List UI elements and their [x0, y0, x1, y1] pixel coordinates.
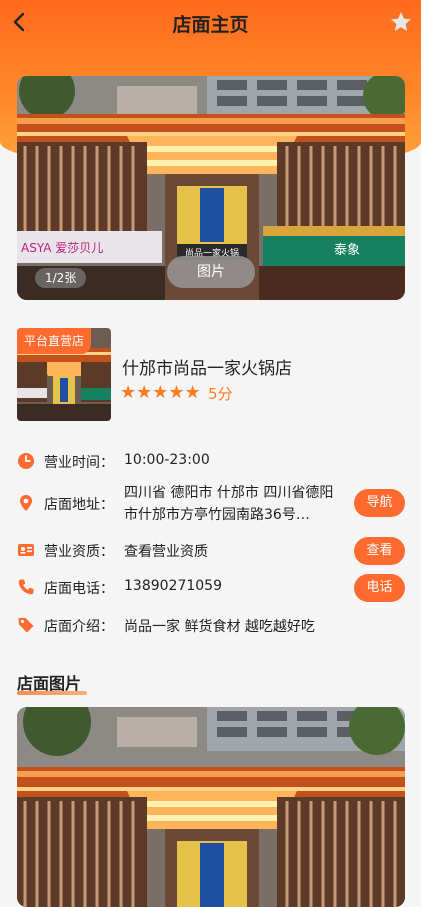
phone-icon: [18, 579, 34, 595]
tag-icon: [18, 618, 34, 633]
business-hours-row: 营业时间： 10:00-23:00: [17, 451, 405, 473]
license-label: 营业资质：: [44, 544, 114, 560]
phone-label: 店面电话：: [44, 581, 114, 597]
phone-value: 13890271059: [124, 578, 222, 594]
section-title-underline: [17, 691, 87, 695]
navigate-button[interactable]: 导航: [354, 489, 405, 517]
view-license-button[interactable]: 查看: [354, 537, 405, 565]
intro-label: 店面介绍：: [44, 619, 114, 635]
clock-icon: [18, 453, 34, 469]
image-tab-button[interactable]: 图片: [167, 256, 255, 288]
call-button[interactable]: 电话: [354, 574, 405, 602]
address-row: 店面地址： 四川省 德阳市 什邡市 四川省德阳市什邡市方亭竹园南路36号… 导航: [17, 482, 405, 528]
store-thumbnail[interactable]: 平台直营店: [17, 328, 111, 421]
intro-value: 尚品一家 鲜货食材 越吃越好吃: [124, 619, 315, 635]
image-counter: 1/2张: [35, 268, 87, 288]
gallery-image[interactable]: [17, 707, 405, 907]
rating-stars: ★★★★★: [120, 382, 201, 403]
phone-row: 店面电话： 13890271059 电话: [17, 574, 405, 602]
hours-label: 营业时间：: [44, 455, 114, 471]
license-link[interactable]: 查看营业资质: [124, 541, 208, 561]
license-row: 营业资质： 查看营业资质 查看: [17, 537, 405, 565]
id-card-icon: [18, 544, 34, 556]
rating-score: 5分: [208, 385, 233, 403]
hours-value: 10:00-23:00: [124, 452, 210, 468]
sign-left-text: ASYA 爱莎贝儿: [21, 241, 103, 255]
address-label: 店面地址：: [44, 497, 114, 513]
address-value: 四川省 德阳市 什邡市 四川省德阳市什邡市方亭竹园南路36号…: [124, 485, 334, 523]
store-name: 什邡市尚品一家火锅店: [122, 359, 292, 379]
platform-store-badge: 平台直营店: [17, 328, 92, 354]
star-icon[interactable]: [389, 10, 413, 34]
store-card: 平台直营店 什邡市尚品一家火锅店 ★★★★★ 5分: [17, 328, 405, 424]
page-title: 店面主页: [172, 14, 249, 36]
navigation-bar: 店面主页: [0, 0, 421, 44]
storefront-image[interactable]: 尚品一家火锅 ASYA 爱莎贝儿 泰象 1/2张 图片: [17, 76, 405, 300]
sign-right-text: 泰象: [334, 243, 360, 258]
location-pin-icon: [20, 495, 32, 511]
intro-row: 店面介绍： 尚品一家 鲜货食材 越吃越好吃: [17, 615, 405, 637]
